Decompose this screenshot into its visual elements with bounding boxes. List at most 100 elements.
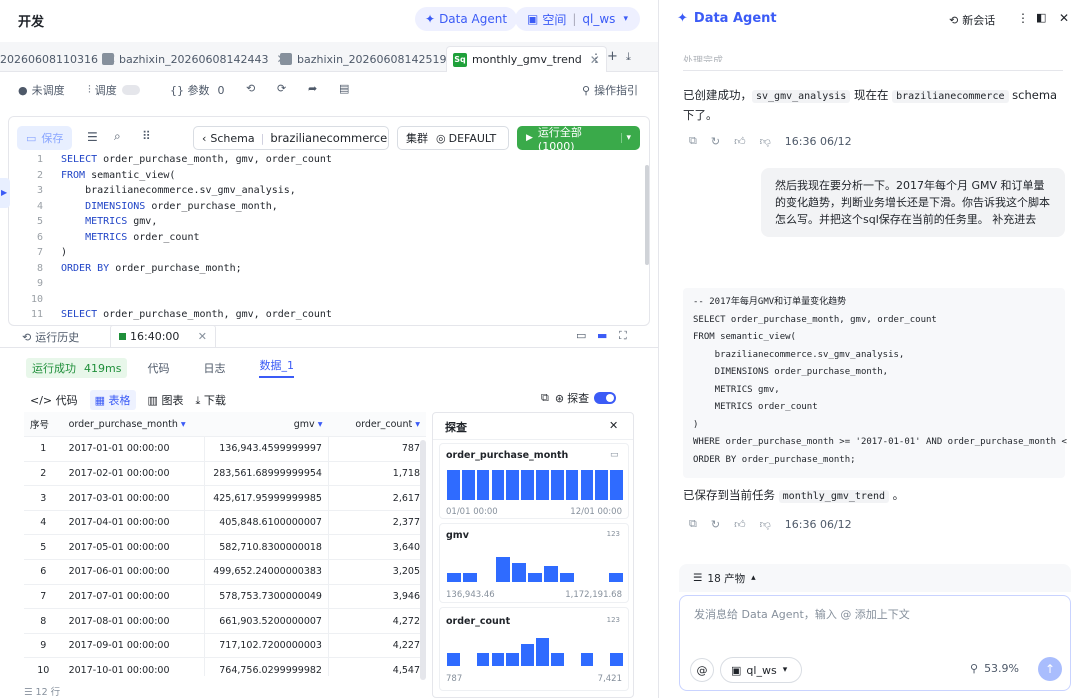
histogram-bar[interactable] [447,573,462,582]
sort-icon[interactable]: ▾ [178,419,186,430]
guide-link[interactable]: ⚲ 操作指引 [582,82,638,98]
new-chat-button[interactable]: ⟲ 新会话 [949,12,995,28]
histogram-bar[interactable] [447,470,460,500]
code-line[interactable]: METRICS order_count [61,232,199,243]
histogram-bar[interactable] [580,470,594,500]
code-line[interactable]: SELECT order_purchase_month, gmv, order_… [61,309,332,320]
add-tab-icon[interactable]: + [607,49,618,64]
code-area[interactable]: 1 SELECT order_purchase_month, gmv, order… [9,154,649,325]
artifacts-bar[interactable]: ☰ 18 产物 ▴ [679,564,1071,592]
histogram-bar[interactable] [565,470,579,500]
histogram-bar[interactable] [536,470,549,500]
histogram-bar[interactable] [610,470,623,500]
histogram-bar[interactable] [580,653,594,666]
histogram-bar[interactable] [506,470,520,500]
more-icon[interactable]: ⋮ [1017,11,1029,25]
copy-icon[interactable]: ⧉ [689,134,697,148]
histogram-bar[interactable] [476,653,490,666]
table-row[interactable]: 2 2017-02-01 00:00:00 283,561.68999999954 1… [24,461,426,487]
editor-scrollbar[interactable] [645,165,649,265]
histogram-bar[interactable] [476,470,490,500]
code-line[interactable]: brazilianecommerce.sv_gmv_analysis, [61,185,296,196]
send-button[interactable]: ↑ [1038,657,1062,681]
table-row[interactable]: 3 2017-03-01 00:00:00 425,617.95999999985 2… [24,485,426,511]
histogram-bar[interactable] [506,653,520,666]
fullscreen-icon[interactable]: ⛶ [619,329,627,343]
explore-toggle[interactable]: ⧉ ⊛ 探查 [541,390,617,406]
code-line[interactable]: DIMENSIONS order_purchase_month, [61,201,278,212]
histogram-bar[interactable] [550,470,564,500]
histogram-bar[interactable] [610,653,623,666]
column-header[interactable]: 序号 [24,412,63,438]
share-icon[interactable]: ➦ [308,82,317,95]
toggle-switch[interactable] [121,85,140,95]
retry-icon[interactable]: ↻ [711,135,720,148]
table-row[interactable]: 5 2017-05-01 00:00:00 582,710.8300000018 3,… [24,534,426,561]
histogram-bar[interactable] [521,470,534,500]
thumbs-up-icon[interactable]: 👍︎ [734,135,746,148]
thumbs-down-icon[interactable]: 👎︎ [760,518,771,531]
tab-log[interactable]: 日志 [203,360,225,376]
histogram-bar[interactable] [536,638,549,666]
histogram-bar[interactable] [521,643,534,666]
view-code-button[interactable]: </> 代码 [30,392,78,408]
histogram-bar[interactable] [608,573,623,582]
code-line[interactable]: ) [61,247,67,258]
close-icon[interactable]: ✕ [198,330,207,343]
run-result-tab[interactable]: 16:40:00 ✕ [110,325,216,347]
histogram-bar[interactable] [491,470,505,500]
file-tab-active[interactable]: Sq monthly_gmv_trend ✕ [446,46,607,72]
copy-icon[interactable]: ⧉ [541,391,549,405]
histogram-bar[interactable] [491,653,505,666]
split-icon[interactable]: ▬ [597,329,607,342]
thumbs-up-icon[interactable]: 👍︎ [734,518,746,531]
save-button[interactable]: ▭ 保存 [17,126,73,150]
download-icon[interactable]: ⤓ [626,50,631,64]
run-history-tab[interactable]: ⟲ 运行历史 [22,329,79,345]
params-button[interactable]: {} 参数 0 [170,82,225,98]
more-icon[interactable]: ⋮ [590,51,602,65]
column-header[interactable]: order_count ▾ [328,412,426,438]
close-icon[interactable]: ✕ [609,419,618,432]
histogram-bar[interactable] [560,573,575,582]
history-icon[interactable]: ⟲ [246,82,255,95]
table-row[interactable]: 9 2017-09-01 00:00:00 717,102.7200000003 4,… [24,633,426,659]
table-row[interactable]: 1 2017-01-01 00:00:00 136,943.4599999997 78… [24,436,426,462]
code-line[interactable]: METRICS gmv, [61,216,157,227]
histogram-bar[interactable] [495,556,510,582]
panel-icon[interactable]: ◧ [1036,11,1046,24]
cluster-selector[interactable]: 集群 ◎ DEFAULT [397,126,509,150]
histogram-bar[interactable] [527,573,543,582]
code-line[interactable]: ORDER BY order_purchase_month; [61,263,242,274]
download-button[interactable]: ⤓ 下载 [195,392,225,408]
histogram-bar[interactable] [461,470,475,500]
schema-selector[interactable]: ‹ Schema | brazilianecommerce [193,126,389,150]
format-icon[interactable]: ☰ [87,130,98,144]
file-tab[interactable]: bazhixin_20260608142443✕ [96,46,293,72]
code-line[interactable]: FROM semantic_view( [61,170,175,181]
histogram-bar[interactable] [463,573,478,582]
sort-icon[interactable]: ▾ [412,419,420,430]
search-icon[interactable]: ⌕ [114,129,121,144]
clipboard-icon[interactable]: ▤ [339,82,349,95]
tab-code[interactable]: 代码 [147,360,169,376]
code-line[interactable]: SELECT order_purchase_month, gmv, order_… [61,154,332,165]
table-scrollbar[interactable] [420,440,426,680]
expand-handle-icon[interactable]: ▶ [0,178,10,208]
column-header[interactable]: order_purchase_month ▾ [62,412,205,438]
histogram-bar[interactable] [511,562,526,582]
version-icon[interactable]: ⟳ [277,82,286,95]
view-table-button[interactable]: ▦ 表格 [89,390,136,410]
histogram-bar[interactable] [447,653,460,666]
table-row[interactable]: 4 2017-04-01 00:00:00 405,848.6100000007 2,… [24,510,426,536]
table-row[interactable]: 6 2017-06-01 00:00:00 499,652.24000000383 3… [24,559,426,585]
copy-icon[interactable]: ⧉ [689,517,697,531]
file-tab[interactable]: bazhixin_20260608142519✕ [274,46,471,72]
sort-icon[interactable]: ▾ [315,419,323,430]
schedule-toggle[interactable]: ⫶ 调度 [88,82,140,98]
data-agent-pill[interactable]: ✦ Data Agent [415,7,518,31]
histogram-bar[interactable] [550,653,564,666]
workspace-selector[interactable]: ▣ ql_ws ▾ [720,657,802,683]
grid-icon[interactable]: ⠿ [142,129,151,143]
tab-data[interactable]: 数据_1 [259,357,294,378]
